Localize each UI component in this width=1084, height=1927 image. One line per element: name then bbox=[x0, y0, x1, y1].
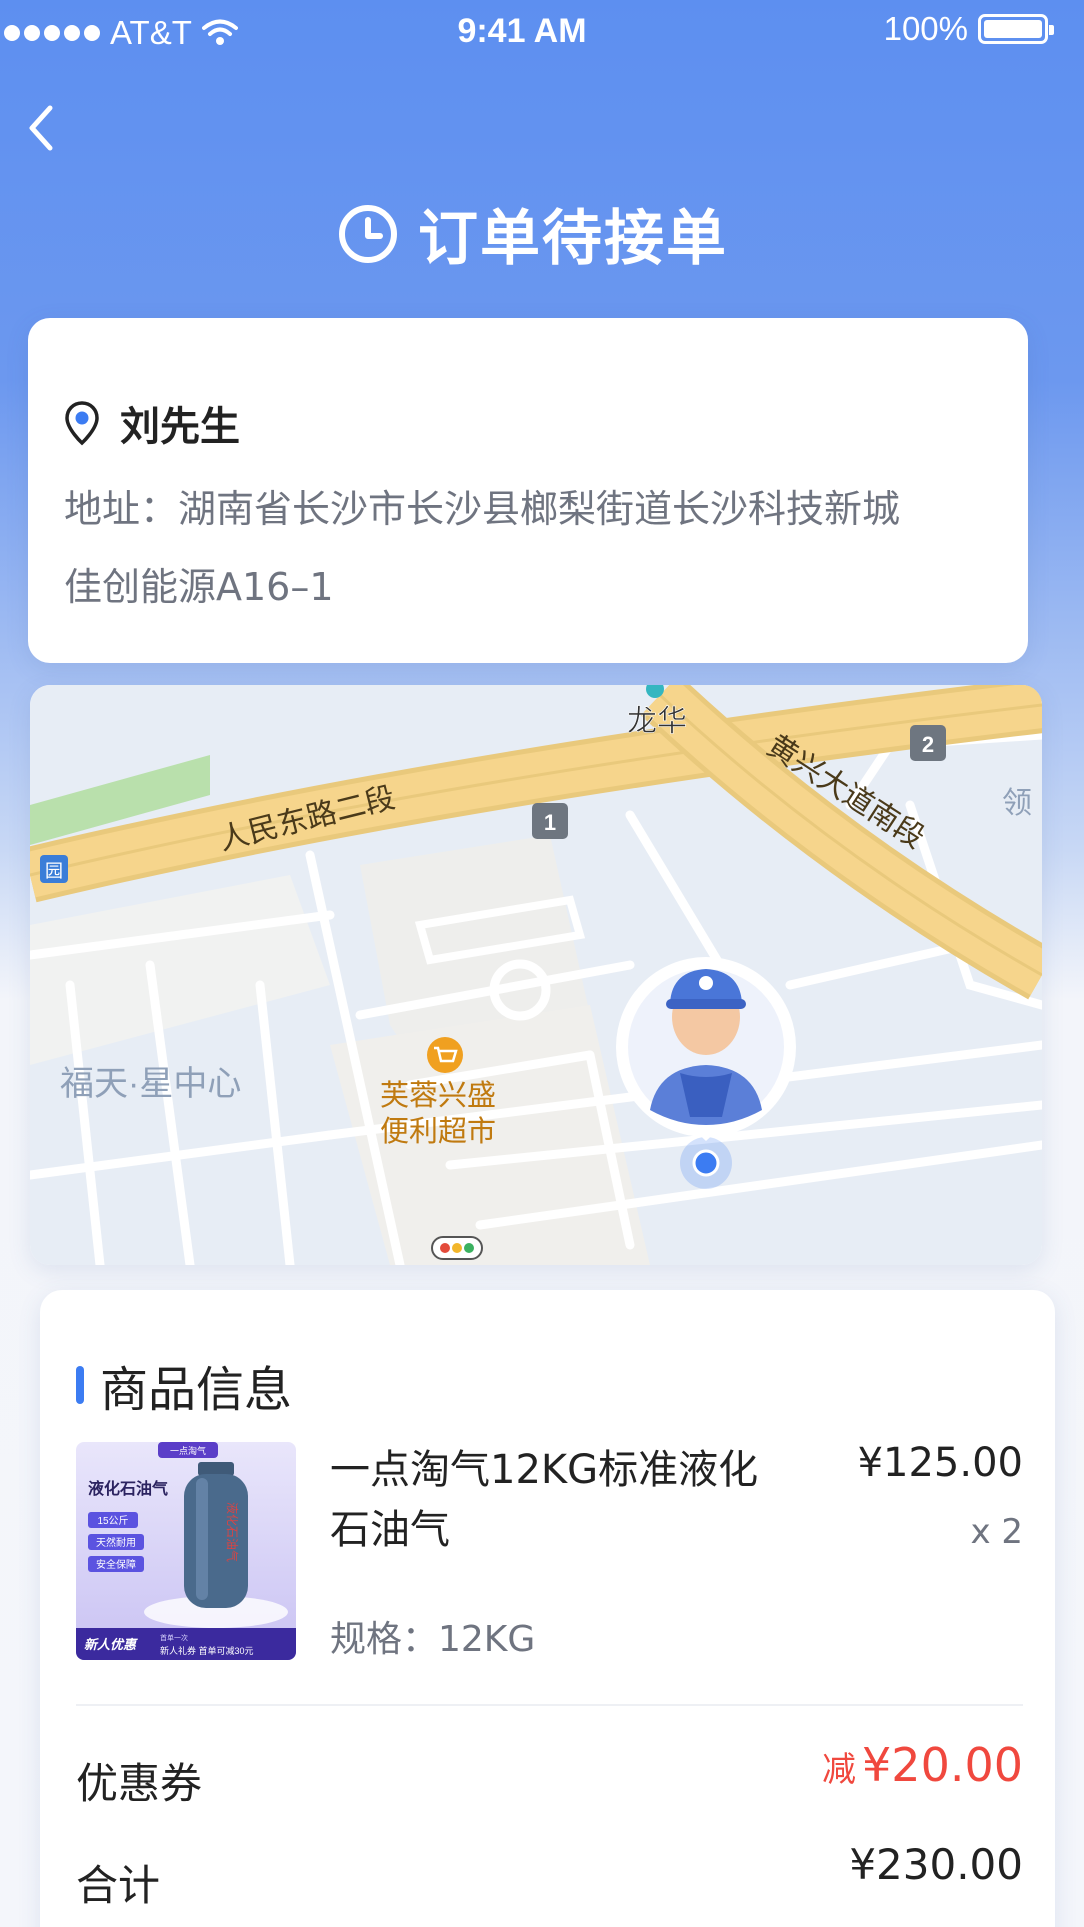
address-line-1: 地址：湖南省长沙市长沙县榔梨街道长沙科技新城 bbox=[64, 487, 901, 531]
svg-text:园: 园 bbox=[45, 861, 63, 881]
coupon-amount: ¥20.00 bbox=[862, 1738, 1023, 1792]
goods-card: 商品信息 一点淘气 液化石油气 15公斤 天然耐用 安全保障 液化石油气 新人优… bbox=[40, 1290, 1055, 1927]
section-title-text: 商品信息 bbox=[100, 1362, 293, 1418]
svg-text:安全保障: 安全保障 bbox=[96, 1558, 136, 1571]
divider bbox=[76, 1704, 1023, 1706]
clock-icon bbox=[339, 204, 397, 263]
shopping-cart-icon bbox=[427, 1037, 463, 1073]
road-badge-1: 1 bbox=[532, 803, 568, 839]
store-label-line-1: 芙蓉兴盛 bbox=[380, 1079, 496, 1112]
map-canvas[interactable]: 人民东路二段 黄兴大道南段 龙华 福天·星中心 领 芙蓉兴盛 便利超市 1 2 bbox=[30, 685, 1042, 1265]
address-text: 地址：湖南省长沙市长沙县榔梨街道长沙科技新城 佳创能源A16–1 bbox=[64, 470, 984, 626]
page-background: AT&T 9:41 AM 100% 订单待接单 刘先生 地址：湖南省长沙市长沙县… bbox=[0, 0, 1084, 1927]
bus-stop-icon: 园 bbox=[40, 855, 68, 883]
location-pin-icon bbox=[65, 401, 99, 446]
road-badge-2: 2 bbox=[910, 725, 946, 761]
contact-name: 刘先生 bbox=[120, 404, 240, 450]
svg-text:15公斤: 15公斤 bbox=[97, 1515, 128, 1527]
map-label-fortune-center: 福天·星中心 bbox=[60, 1065, 241, 1103]
status-right: 100% bbox=[883, 10, 1054, 48]
map-label-longhua: 龙华 bbox=[627, 705, 687, 738]
svg-text:天然耐用: 天然耐用 bbox=[96, 1536, 136, 1549]
svg-text:首单一次: 首单一次 bbox=[160, 1633, 188, 1642]
svg-text:液化石油气: 液化石油气 bbox=[88, 1479, 168, 1498]
address-card[interactable]: 刘先生 地址：湖南省长沙市长沙县榔梨街道长沙科技新城 佳创能源A16–1 bbox=[28, 318, 1028, 663]
product-name: 一点淘气12KG标准液化石油气 bbox=[330, 1447, 759, 1553]
svg-text:2: 2 bbox=[922, 732, 934, 757]
chevron-left-icon bbox=[29, 105, 53, 151]
product-quantity: x 2 bbox=[970, 1512, 1023, 1552]
gas-cylinder-image: 一点淘气 液化石油气 15公斤 天然耐用 安全保障 液化石油气 新人优惠 首单一… bbox=[76, 1442, 296, 1660]
svg-text:液化石油气: 液化石油气 bbox=[225, 1502, 240, 1562]
svg-text:一点淘气: 一点淘气 bbox=[170, 1445, 206, 1456]
page-title-text: 订单待接单 bbox=[418, 204, 728, 274]
product-price: ¥125.00 bbox=[857, 1440, 1023, 1486]
store-label-line-2: 便利超市 bbox=[380, 1115, 496, 1148]
map-view[interactable]: 人民东路二段 黄兴大道南段 龙华 福天·星中心 领 芙蓉兴盛 便利超市 1 2 bbox=[30, 685, 1042, 1265]
courier-avatar bbox=[628, 969, 784, 1125]
traffic-light-icon bbox=[431, 1236, 483, 1260]
coupon-prefix: 减 bbox=[822, 1750, 857, 1790]
back-button[interactable] bbox=[14, 98, 74, 158]
total-amount: ¥230.00 bbox=[849, 1840, 1023, 1889]
total-label: 合计 bbox=[76, 1861, 161, 1910]
section-title: 商品信息 bbox=[76, 1350, 292, 1420]
status-bar: AT&T 9:41 AM 100% bbox=[0, 0, 1084, 64]
address-line-2: 佳创能源A16–1 bbox=[64, 565, 334, 609]
battery-percent: 100% bbox=[883, 10, 968, 47]
svg-text:新人礼券 首单可减30元: 新人礼券 首单可减30元 bbox=[160, 1645, 254, 1656]
coupon-label: 优惠券 bbox=[76, 1759, 203, 1808]
map-label-partial: 领 bbox=[1002, 787, 1032, 820]
page-title: 订单待接单 bbox=[0, 190, 1064, 277]
coupon-value[interactable]: 减 ¥20.00 bbox=[822, 1738, 1023, 1792]
svg-text:新人优惠: 新人优惠 bbox=[84, 1637, 138, 1652]
product-image[interactable]: 一点淘气 液化石油气 15公斤 天然耐用 安全保障 液化石油气 新人优惠 首单一… bbox=[76, 1442, 296, 1660]
section-accent-bar bbox=[76, 1366, 84, 1404]
battery-icon bbox=[978, 14, 1054, 44]
svg-text:1: 1 bbox=[544, 810, 556, 835]
product-spec: 规格：12KG bbox=[330, 1619, 536, 1660]
contact-row: 刘先生 bbox=[64, 394, 240, 452]
